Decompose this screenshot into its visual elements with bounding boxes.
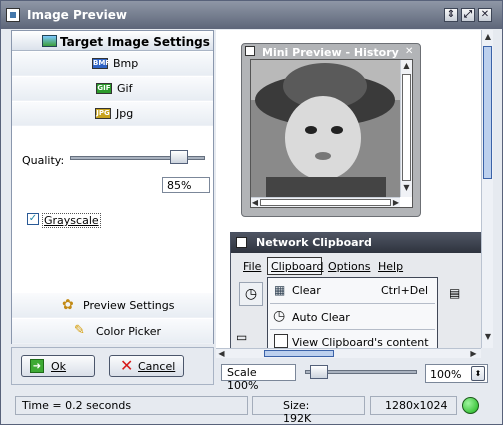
target-settings-title: Target Image Settings (60, 35, 210, 49)
close-icon[interactable]: ✕ (478, 8, 492, 22)
mini-preview-hscroll[interactable]: ◀ ▶ (251, 197, 400, 207)
clipboard-view-icon (274, 334, 288, 348)
grayscale-checkbox[interactable]: ✓ (27, 213, 39, 225)
menu-item-shortcut: Ctrl+Del (381, 284, 429, 297)
menu-file[interactable]: File (243, 260, 261, 273)
scroll-right-icon[interactable]: ▶ (392, 198, 400, 208)
gif-icon: GIF (96, 83, 112, 94)
target-settings-header[interactable]: Target Image Settings (12, 31, 213, 51)
title-bar[interactable]: Image Preview ⇕ ⤢ ✕ (1, 1, 502, 29)
preview-area[interactable]: Mini Preview - History ✕ ▲ ▼ ◀ ▶ Network… (216, 30, 493, 348)
format-gif[interactable]: GIF Gif (12, 77, 213, 101)
jpg-icon: JPG (95, 108, 111, 119)
status-indicator-icon (462, 397, 479, 414)
quality-slider-thumb[interactable] (170, 150, 189, 164)
menu-item-clear[interactable]: ▦ Clear Ctrl+Del (268, 278, 437, 303)
menu-options[interactable]: Options (328, 260, 370, 273)
document-icon: ▭ (236, 330, 248, 344)
zoom-value: 100% (430, 368, 462, 381)
cancel-button[interactable]: ✕ Cancel (109, 355, 184, 377)
window-title: Image Preview (27, 8, 127, 22)
clipboard-dropdown-menu: ▦ Clear Ctrl+Del ◷ Auto Clear View Clipb… (267, 277, 438, 348)
scroll-right-icon[interactable]: ▶ (469, 349, 478, 359)
mini-preview-vscroll[interactable]: ▲ ▼ (400, 60, 412, 197)
scroll-down-icon[interactable]: ▼ (483, 332, 493, 342)
close-icon[interactable]: ✕ (405, 46, 413, 57)
quality-value[interactable]: 85% (162, 177, 210, 193)
clock-icon: ◷ (273, 308, 286, 324)
menu-divider (270, 303, 435, 304)
color-picker-label: Color Picker (96, 325, 161, 338)
scroll-thumb[interactable] (402, 74, 411, 181)
gear-icon: ✿ (62, 297, 74, 313)
menu-clipboard[interactable]: Clipboard (271, 260, 324, 273)
spinner-icon[interactable]: ⬍ (471, 366, 485, 381)
maximize-icon[interactable]: ⤢ (461, 8, 475, 22)
menu-item-label: View Clipboard's content (292, 336, 429, 348)
window-menu-icon[interactable] (245, 46, 255, 56)
scroll-up-icon[interactable]: ▲ (483, 32, 493, 42)
menu-item-label: Auto Clear (292, 311, 350, 324)
clipboard-app-icon (236, 237, 247, 248)
menu-help[interactable]: Help (378, 260, 403, 273)
scroll-down-icon[interactable]: ▼ (402, 183, 411, 193)
restore-icon[interactable]: ⇕ (444, 8, 458, 22)
scale-label: Scale 100% (221, 364, 296, 392)
mini-preview-viewport: ▲ ▼ ◀ ▶ (250, 59, 413, 208)
menu-item-auto-clear[interactable]: ◷ Auto Clear (268, 305, 437, 329)
status-time: Time = 0.2 seconds (15, 396, 248, 415)
arrow-right-icon: ➜ (30, 359, 44, 373)
preview-settings-section[interactable]: ✿ Preview Settings (12, 293, 213, 318)
scroll-thumb[interactable] (264, 350, 334, 357)
image-preview-window: Image Preview ⇕ ⤢ ✕ Target Image Setting… (0, 0, 503, 425)
scroll-up-icon[interactable]: ▲ (402, 61, 411, 71)
preview-vscroll[interactable]: ▲ ▼ (481, 30, 493, 348)
preview-settings-label: Preview Settings (83, 299, 175, 312)
photo-grayscale-image (251, 60, 400, 197)
format-label: Jpg (116, 107, 134, 120)
format-label: Gif (117, 82, 133, 95)
mini-preview-window: Mini Preview - History ✕ ▲ ▼ ◀ ▶ (241, 43, 421, 217)
picture-icon (42, 35, 57, 47)
scroll-left-icon[interactable]: ◀ (217, 349, 226, 359)
bmp-icon: BMP (92, 58, 111, 69)
scroll-thumb[interactable] (483, 46, 492, 179)
format-label: Bmp (113, 57, 139, 70)
clipboard-title: Network Clipboard (256, 236, 372, 249)
clipboard-titlebar[interactable]: Network Clipboard (231, 233, 492, 253)
status-size: Size: 192K (252, 396, 365, 425)
format-bmp[interactable]: BMP Bmp (12, 52, 213, 76)
image-icon (6, 8, 20, 22)
eraser-icon: ▦ (274, 283, 286, 297)
scroll-left-icon[interactable]: ◀ (251, 198, 259, 208)
menu-item-view-content[interactable]: View Clipboard's content (268, 330, 437, 348)
clock-icon[interactable]: ◷ (239, 282, 263, 306)
grayscale-label[interactable]: Grayscale (42, 213, 101, 228)
toolbar-icon[interactable]: ▤ (449, 286, 469, 304)
ok-label: Ok (51, 360, 67, 373)
menu-item-label: Clear (292, 284, 321, 297)
cancel-label: Cancel (138, 360, 176, 373)
network-clipboard-window: Network Clipboard File Clipboard Options… (230, 232, 493, 348)
pencil-icon: ✎ (74, 323, 85, 338)
color-picker-section[interactable]: ✎ Color Picker (12, 319, 213, 344)
scroll-thumb[interactable] (260, 199, 391, 206)
format-jpg[interactable]: JPG Jpg (12, 102, 213, 126)
ok-button[interactable]: ➜ Ok (21, 355, 95, 377)
settings-panel: Target Image Settings BMP Bmp GIF Gif JP… (11, 30, 214, 344)
preview-hscroll[interactable]: ◀ ▶ (216, 348, 481, 358)
mini-preview-title: Mini Preview - History (262, 46, 399, 59)
zoom-select[interactable]: 100% ⬍ (425, 364, 488, 383)
x-icon: ✕ (120, 356, 134, 375)
quality-label: Quality: (22, 154, 65, 167)
status-dimensions: 1280x1024 (370, 396, 457, 415)
zoom-slider-thumb[interactable] (310, 365, 328, 379)
